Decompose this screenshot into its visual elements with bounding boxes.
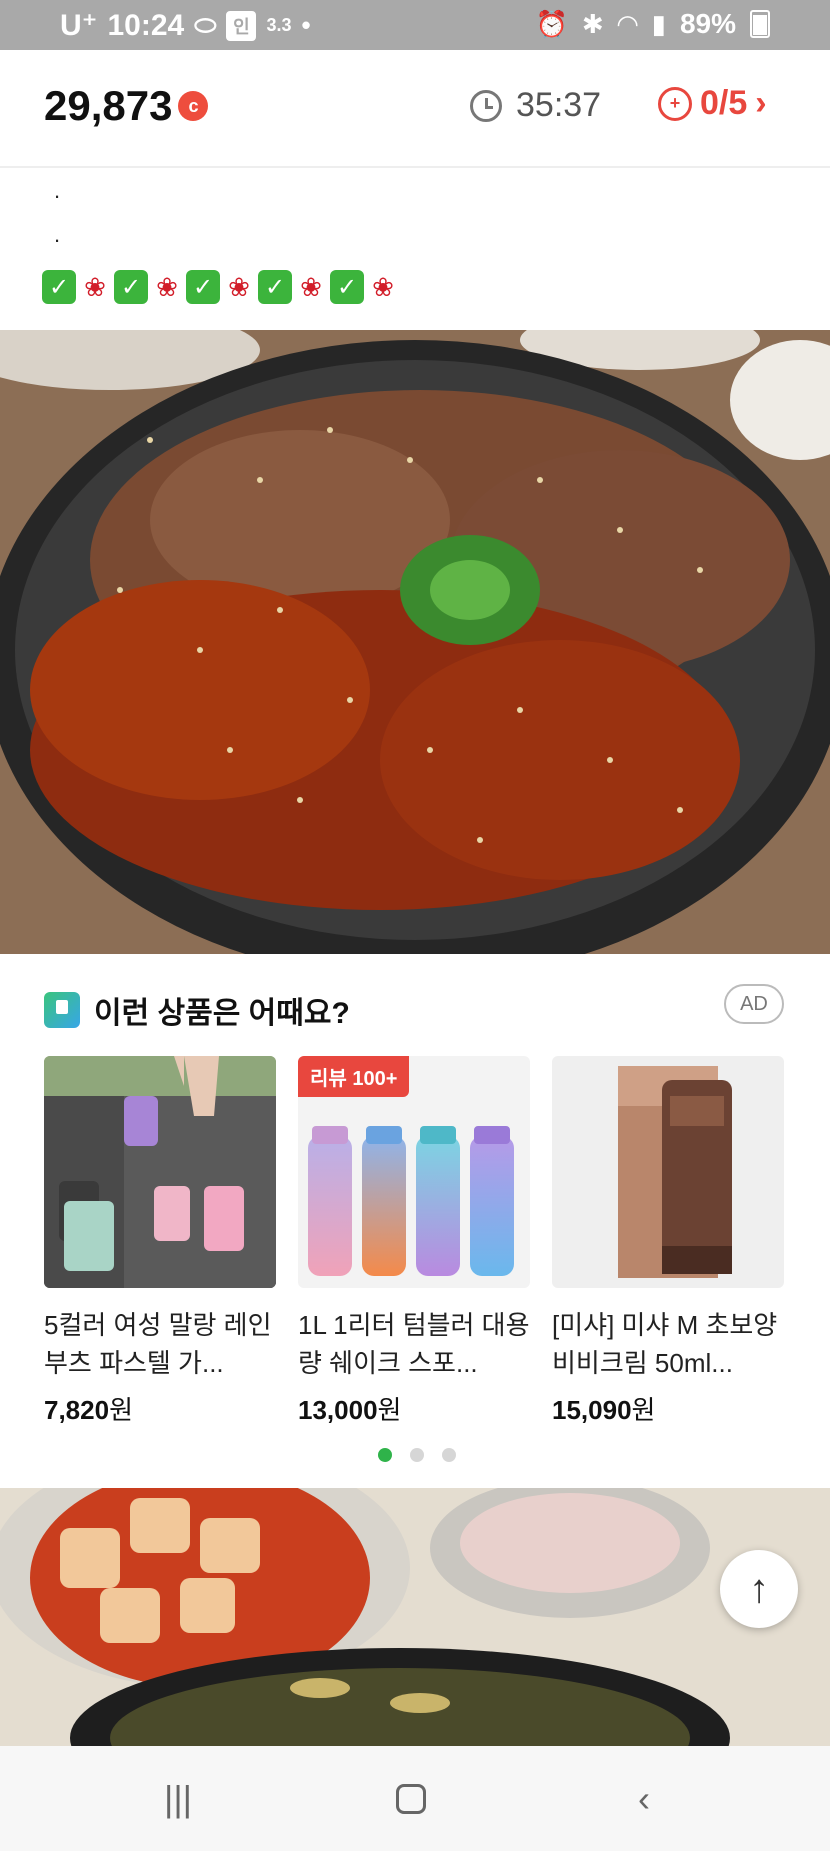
- emoji-row: ✓ ❀ ✓ ❀ ✓ ❀ ✓ ❀ ✓ ❀: [42, 270, 400, 304]
- dot-icon: •: [301, 10, 311, 40]
- product-thumbnail: [552, 1056, 784, 1288]
- soup-side-dishes-illustration: [0, 1488, 830, 1746]
- timer-value: 35:37: [516, 86, 602, 124]
- home-button[interactable]: [381, 1774, 441, 1824]
- battery-icon: [750, 10, 770, 38]
- product-price: 13,000원: [298, 1390, 530, 1427]
- product-carousel: 5컬러 여성 말랑 레인부츠 파스텔 가... 7,820원 리뷰 100+ 1…: [44, 1056, 786, 1427]
- coin-icon: c: [178, 91, 209, 121]
- review-count-badge: 리뷰 100+: [298, 1056, 410, 1097]
- recommendation-header: 이런 상품은 어때요?: [44, 988, 350, 1032]
- price-unit: 원: [377, 1395, 402, 1425]
- grilled-meat-photo: [0, 330, 830, 954]
- reading-timer: 35:37: [470, 86, 601, 125]
- bb-cream-image: [618, 1066, 732, 1278]
- product-card[interactable]: [미샤] 미샤 M 초보양 비비크림 50ml... 15,090원: [552, 1056, 784, 1427]
- shopping-bag-icon: [44, 992, 80, 1028]
- recent-apps-button[interactable]: |||: [148, 1774, 208, 1824]
- rose-icon: ❀: [228, 271, 250, 302]
- clock-icon: [470, 89, 502, 122]
- price-value: 15,090: [552, 1395, 632, 1425]
- notification-badge: 인: [226, 10, 257, 41]
- status-time: 10:24: [107, 8, 185, 42]
- price-value: 7,820: [44, 1395, 110, 1425]
- battery-percent: 89%: [679, 8, 736, 39]
- system-navigation-bar: ||| ‹: [0, 1746, 830, 1851]
- product-card[interactable]: 5컬러 여성 말랑 레인부츠 파스텔 가... 7,820원: [44, 1056, 276, 1427]
- back-button[interactable]: ‹: [614, 1774, 674, 1824]
- rose-icon: ❀: [300, 271, 322, 302]
- food-photo-2: [0, 1488, 830, 1746]
- rain-boots-image: [44, 1056, 276, 1288]
- product-name: 5컬러 여성 말랑 레인부츠 파스텔 가...: [44, 1310, 272, 1378]
- reward-top-bar: 29,873 c 35:37 + 0/5 ›: [0, 50, 830, 168]
- price-unit: 원: [631, 1395, 656, 1425]
- ad-badge[interactable]: AD: [724, 984, 784, 1024]
- reward-progress-button[interactable]: + 0/5 ›: [658, 84, 767, 123]
- product-name: [미샤] 미샤 M 초보양 비비크림 50ml...: [552, 1310, 778, 1378]
- price-unit: 원: [109, 1395, 133, 1425]
- post-dot-1: .: [54, 178, 61, 203]
- carrier-label: U⁺: [60, 9, 98, 42]
- check-mark-icon: ✓: [42, 270, 76, 304]
- arrow-up-icon: ↑: [749, 1566, 769, 1611]
- home-icon: [396, 1784, 426, 1814]
- product-name: 1L 1리터 텀블러 대용량 쉐이크 스포...: [298, 1310, 530, 1378]
- pill-icon: ⬭: [194, 9, 217, 40]
- recommendation-title: 이런 상품은 어때요?: [94, 997, 350, 1030]
- price-value: 13,000: [298, 1395, 378, 1425]
- product-card[interactable]: 리뷰 100+ 1L 1리터 텀블러 대용량 쉐이크 스포... 13,000원: [298, 1056, 530, 1427]
- points-display: 29,873 c: [44, 82, 209, 130]
- rose-icon: ❀: [156, 271, 178, 302]
- back-chevron-icon: ‹: [638, 1778, 650, 1819]
- post-dot-2: .: [54, 222, 61, 247]
- status-bar: U⁺ 10:24 ⬭ 인 3.3 • ⏰ ✱ ◠ ▮ 89%: [0, 0, 830, 50]
- product-thumbnail: [44, 1056, 276, 1288]
- chevron-right-icon: ›: [755, 84, 767, 122]
- rose-icon: ❀: [84, 271, 106, 302]
- alarm-icon: ⏰: [535, 8, 568, 39]
- product-thumbnail: 리뷰 100+: [298, 1056, 530, 1288]
- rose-icon: ❀: [372, 271, 394, 302]
- progress-value: 0/5: [700, 84, 748, 122]
- pager-dot-active[interactable]: [378, 1448, 392, 1462]
- product-price: 7,820원: [44, 1390, 276, 1427]
- scroll-to-top-button[interactable]: ↑: [720, 1550, 798, 1628]
- pager-dot[interactable]: [410, 1448, 424, 1462]
- recent-apps-icon: |||: [163, 1778, 193, 1819]
- check-mark-icon: ✓: [330, 270, 364, 304]
- product-price: 15,090원: [552, 1390, 784, 1427]
- signal-icon: ▮: [651, 8, 666, 39]
- pager-dot[interactable]: [442, 1448, 456, 1462]
- carousel-pager: [378, 1448, 456, 1462]
- check-mark-icon: ✓: [186, 270, 220, 304]
- wifi-icon: ◠: [617, 8, 638, 39]
- check-mark-icon: ✓: [258, 270, 292, 304]
- grilled-meat-illustration: [0, 330, 830, 954]
- coin-plus-icon: +: [658, 86, 692, 121]
- points-value: 29,873: [44, 82, 173, 129]
- bluetooth-icon: ✱: [581, 8, 604, 39]
- check-mark-icon: ✓: [114, 270, 148, 304]
- status-small-text: 3.3: [266, 15, 292, 35]
